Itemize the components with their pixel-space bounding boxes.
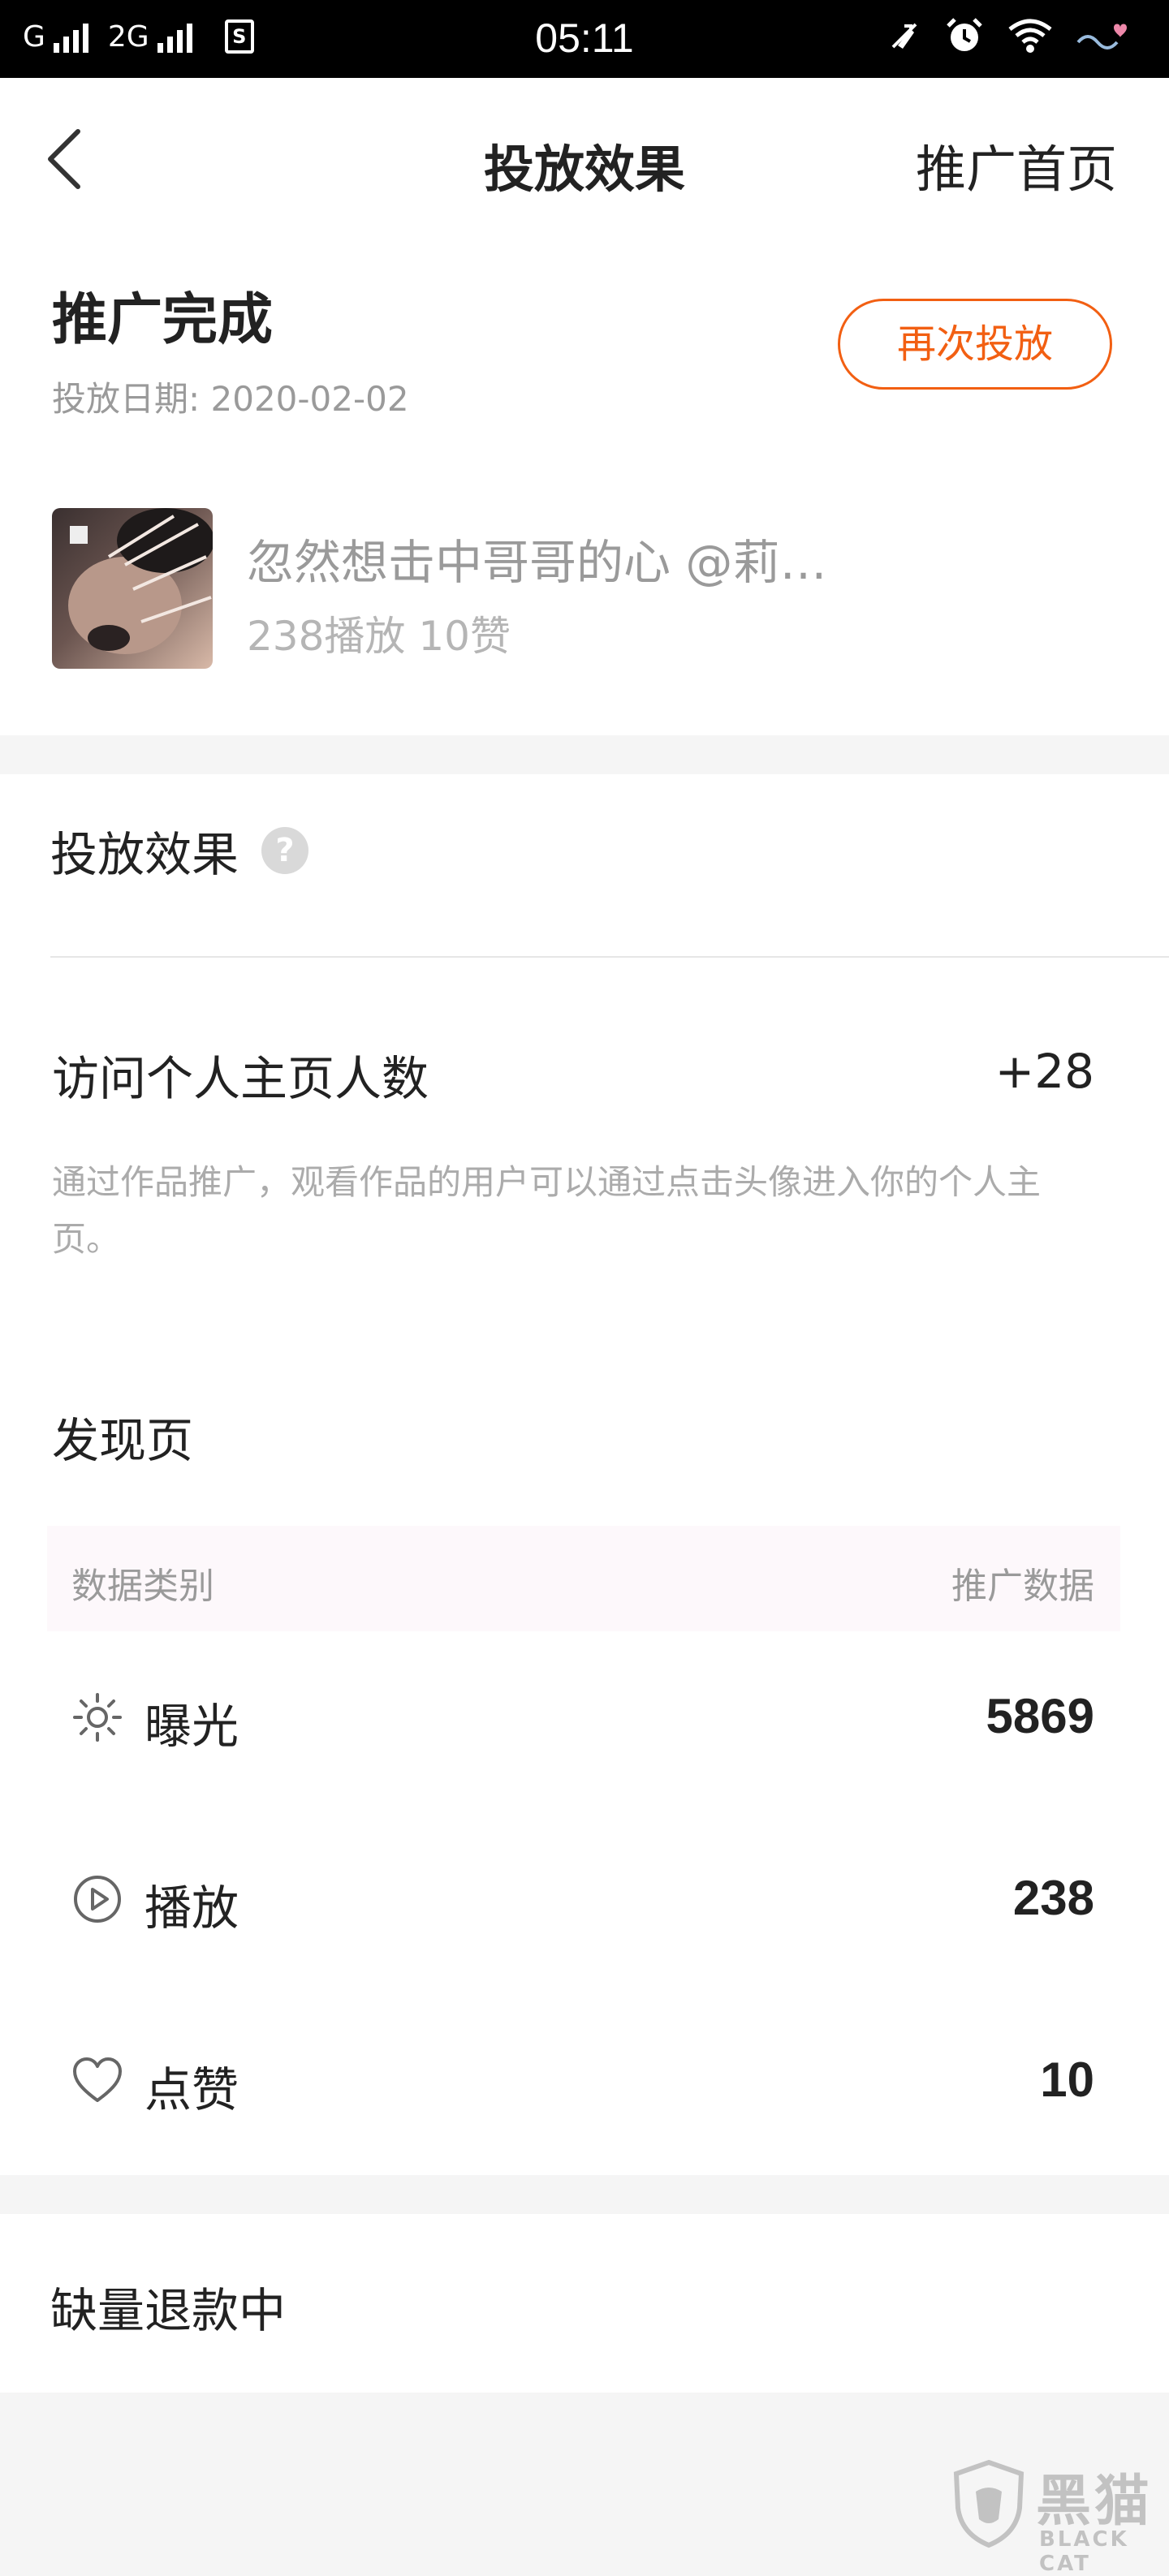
column-category: 数据类别 — [71, 1566, 214, 1607]
row-label: 曝光 — [145, 1699, 239, 1754]
vibrate-off-icon — [891, 23, 917, 49]
discover-section-title: 发现页 — [52, 1413, 194, 1468]
row-label: 播放 — [145, 1880, 239, 1936]
profile-visits-description: 通过作品推广，观看作品的用户可以通过点击头像进入你的个人主页。 — [52, 1162, 1042, 1259]
row-label: 点赞 — [145, 2062, 239, 2117]
wifi-icon — [1008, 19, 1052, 53]
work-thumbnail[interactable] — [52, 508, 213, 669]
effect-heading-label: 投放效果 — [50, 827, 239, 882]
promotion-home-link[interactable]: 推广首页 — [916, 128, 1117, 201]
row-value: 10 — [1040, 2053, 1094, 2107]
watermark-logo: 黑猫 BLACK CAT — [948, 2456, 1169, 2576]
status-right — [886, 16, 1127, 55]
refund-card[interactable]: 缺量退款中 — [0, 2214, 1169, 2393]
table-row: 曝光 5869 — [0, 1667, 1169, 1764]
heart-icon — [73, 2057, 122, 2102]
table-row: 点赞 10 — [0, 2031, 1169, 2128]
profile-visits-label: 访问个人主页人数 — [52, 1051, 429, 1106]
help-icon[interactable]: ? — [261, 827, 309, 874]
sun-icon — [73, 1693, 122, 1742]
play-icon — [74, 1876, 121, 1923]
profile-visits-value: +28 — [994, 1044, 1094, 1099]
table-header: 数据类别 推广数据 — [47, 1526, 1120, 1631]
effect-heading: 投放效果 ? — [50, 816, 309, 885]
work-title[interactable]: 忽然想击中哥哥的心 @莉… — [247, 524, 826, 592]
table-row: 播放 238 — [0, 1849, 1169, 1946]
cat-shield-icon — [953, 2459, 1024, 2548]
promote-again-button[interactable]: 再次投放 — [838, 299, 1112, 390]
column-data: 推广数据 — [951, 1566, 1094, 1607]
promotion-date: 投放日期: 2020-02-02 — [52, 379, 409, 419]
work-stats: 238播放 10赞 — [247, 613, 511, 660]
effect-card: 投放效果 ? 访问个人主页人数 +28 通过作品推广，观看作品的用户可以通过点击… — [0, 774, 1169, 2175]
watermark-en: BLACK CAT — [1039, 2527, 1129, 2576]
divider — [50, 956, 1169, 958]
summary-card: 投放效果 推广首页 推广完成 投放日期: 2020-02-02 再次投放 忽然想… — [0, 78, 1169, 735]
watermark-cn: 黑猫 — [1036, 2470, 1154, 2534]
status-bar: G 2G S 05:11 — [0, 0, 1169, 78]
heart-wave-icon — [1076, 24, 1127, 50]
alarm-icon — [947, 18, 982, 51]
promotion-status: 推广完成 — [52, 288, 274, 352]
refund-status: 缺量退款中 — [50, 2283, 287, 2338]
row-value: 5869 — [986, 1689, 1094, 1743]
row-value: 238 — [1012, 1871, 1094, 1925]
